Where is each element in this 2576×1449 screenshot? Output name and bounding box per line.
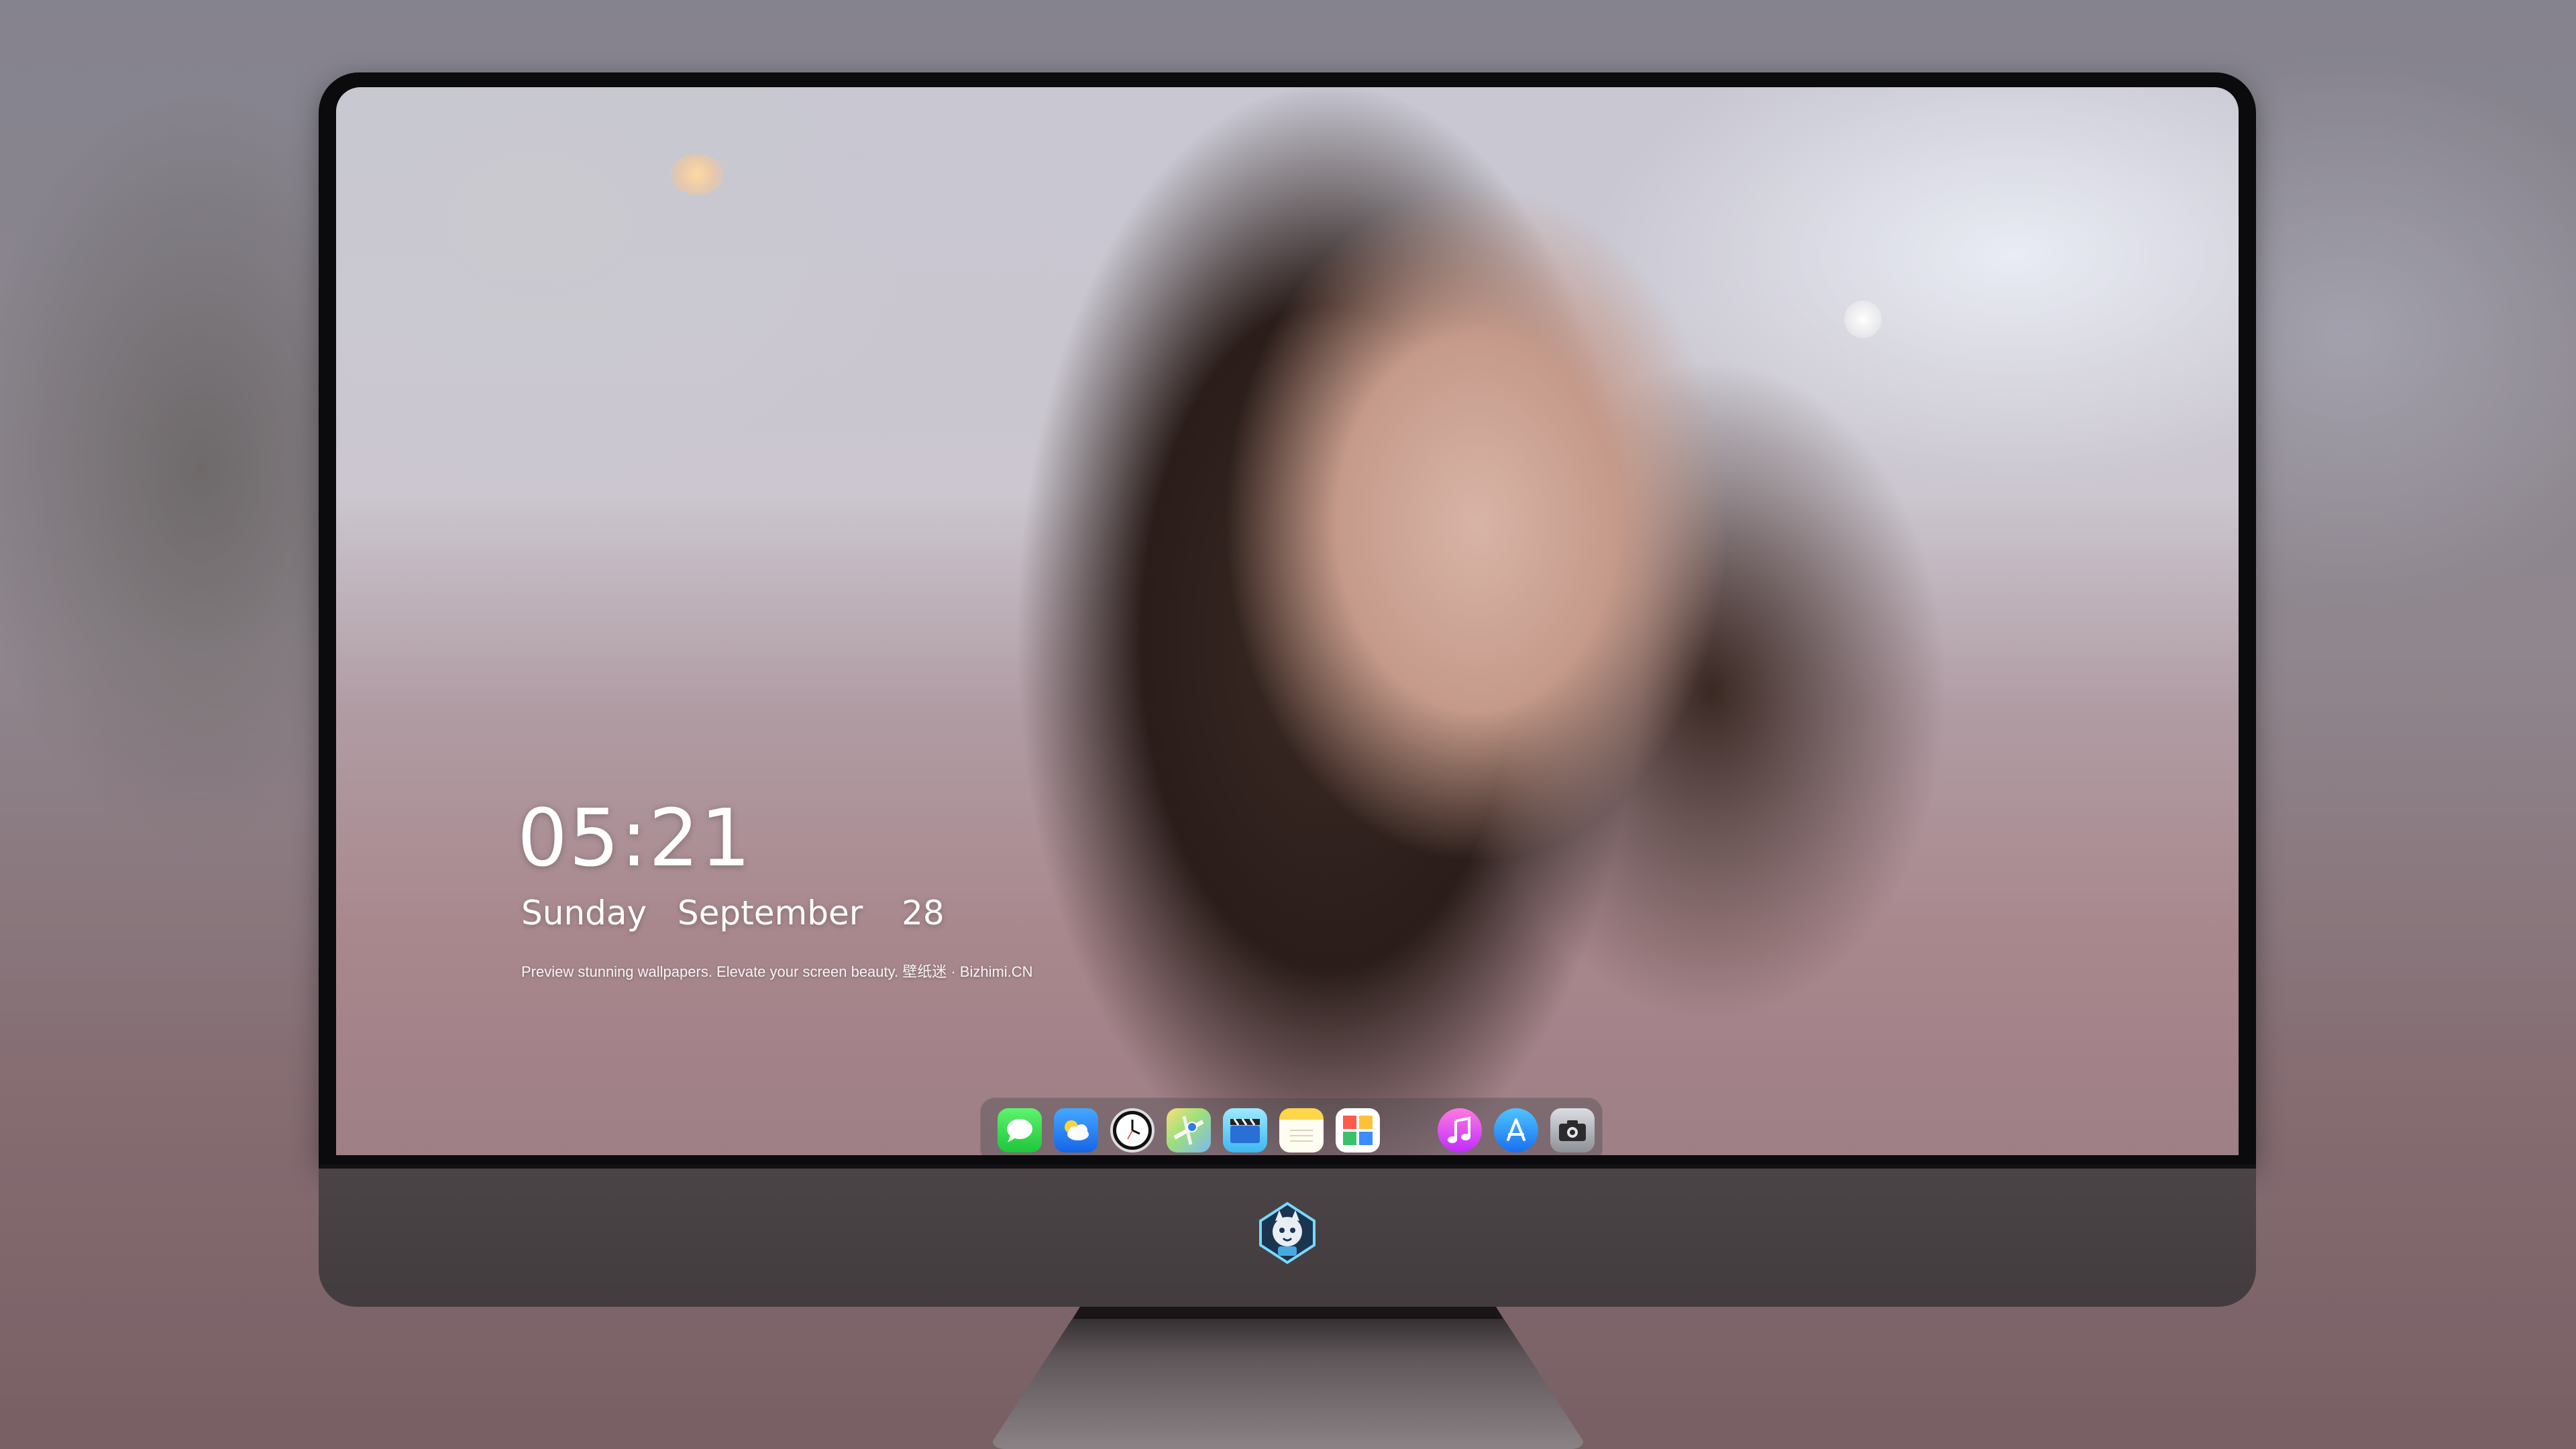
sun-cloud-glyph [1065,1120,1089,1140]
app-store-glyph [1507,1118,1525,1141]
photos-icon[interactable] [1336,1108,1380,1152]
desktop-preview: 05:21 Sunday September 28 Preview stunni… [0,0,2576,1449]
dock-extras [1438,1108,1595,1152]
weather-icon[interactable] [1054,1108,1098,1152]
map-glyph [1173,1116,1204,1145]
monitor-bezel: 05:21 Sunday September 28 Preview stunni… [319,72,2256,1165]
monitor-mockup: 05:21 Sunday September 28 Preview stunni… [319,72,2256,1307]
date-month: September [677,894,863,932]
lock-screen[interactable]: 05:21 Sunday September 28 Preview stunni… [336,87,2239,1155]
clapperboard-glyph [1230,1118,1260,1143]
wolf-mascot-logo [1259,1201,1316,1265]
date-weekday: Sunday [521,894,647,932]
music-note-glyph [1448,1116,1470,1143]
notes-lines-glyph [1290,1130,1313,1142]
lock-date: Sunday September 28 [521,896,945,930]
dock-apps [998,1108,1380,1152]
app-store-icon[interactable] [1494,1108,1538,1152]
bokeh-light [670,154,724,195]
bokeh-light [1844,301,1882,338]
lock-clock: 05:21 [517,792,753,884]
music-icon[interactable] [1438,1108,1482,1152]
speech-bubble-glyph [1007,1119,1032,1142]
clock-icon[interactable] [1110,1108,1155,1152]
video-icon[interactable] [1223,1108,1267,1152]
notes-icon[interactable] [1279,1108,1324,1152]
wallpaper-tagline: Preview stunning wallpapers. Elevate you… [521,963,1033,980]
maps-icon[interactable] [1167,1108,1211,1152]
clock-face-glyph [1116,1114,1148,1146]
dock [980,1097,1603,1155]
photo-grid-glyph [1343,1116,1373,1145]
messages-icon[interactable] [998,1108,1042,1152]
monitor-stand [993,1307,1583,1449]
camera-icon[interactable] [1550,1108,1595,1152]
camera-glyph [1559,1120,1586,1141]
date-day: 28 [902,894,945,932]
